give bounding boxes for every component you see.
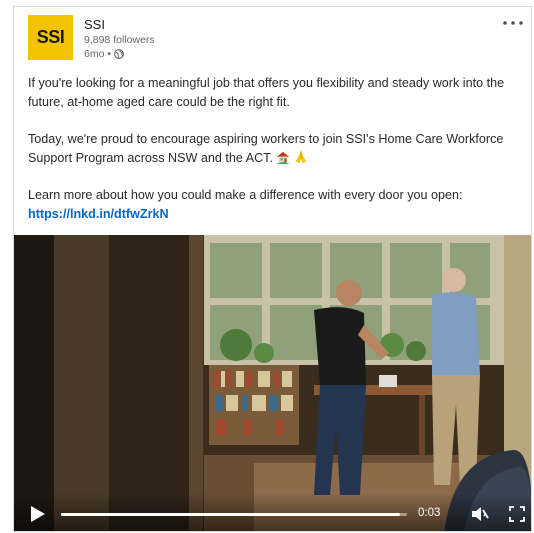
post-body: If you're looking for a meaningful job t… (28, 74, 523, 224)
video-timestamp: 0:03 (418, 507, 441, 519)
logo-text: SSI (36, 27, 65, 47)
paragraph-2: Today, we're proud to encourage aspiring… (28, 130, 523, 168)
more-horizontal-icon (503, 21, 523, 25)
company-logo[interactable]: SSI (28, 15, 73, 60)
learn-more-paragraph: Learn more about how you could make a di… (28, 186, 523, 224)
fullscreen-icon[interactable] (509, 506, 525, 522)
post-card: SSI SSI 9,898 followers 6mo • If you're … (13, 6, 532, 532)
post-link[interactable]: https://lnkd.in/dtfwZrkN (28, 205, 523, 224)
paragraph-1: If you're looking for a meaningful job t… (28, 76, 505, 109)
globe-icon (114, 49, 124, 59)
paragraph-2-text: Today, we're proud to encourage aspiring… (28, 132, 504, 165)
more-options-button[interactable] (501, 15, 525, 31)
video-frame (14, 235, 531, 531)
video-progress-bar[interactable] (61, 513, 407, 516)
learn-more-text: Learn more about how you could make a di… (28, 188, 463, 202)
house-emoji-icon (276, 151, 291, 164)
folded-hands-emoji-icon (295, 150, 307, 164)
author-info: SSI 9,898 followers 6mo • (84, 17, 155, 61)
muted-speaker-icon[interactable] (470, 505, 490, 523)
post-meta: 6mo • (84, 47, 155, 61)
post-header: SSI SSI 9,898 followers 6mo • (28, 15, 523, 67)
play-icon[interactable] (30, 505, 46, 523)
post-time: 6mo • (84, 48, 112, 60)
author-name[interactable]: SSI (84, 17, 155, 33)
video-controls: 0:03 (14, 493, 531, 531)
video-player[interactable]: 0:03 (14, 235, 531, 531)
video-progress-fill (61, 513, 401, 516)
follower-count: 9,898 followers (84, 34, 155, 46)
